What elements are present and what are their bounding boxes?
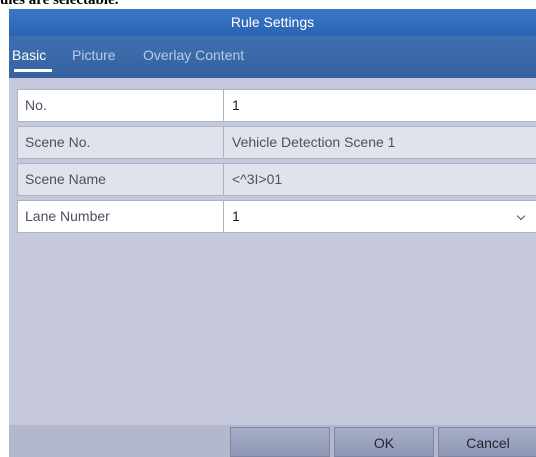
scene-name-value: <^3I>01 <box>232 171 283 187</box>
no-input[interactable]: 1 <box>224 90 536 121</box>
chevron-down-icon[interactable] <box>516 211 526 221</box>
row-no: No. 1 <box>17 89 536 122</box>
background-text: ules are selectable. <box>0 0 119 8</box>
row-label: No. <box>18 90 224 121</box>
tab-bar: Basic Picture Overlay Content <box>9 36 536 78</box>
lane-number-value: 1 <box>232 208 240 224</box>
dialog-title: Rule Settings <box>9 9 536 36</box>
row-lane-number: Lane Number 1 <box>17 200 536 233</box>
settings-table: No. 1 Scene No. Vehicle Detection Scene … <box>17 89 536 237</box>
ok-button[interactable]: OK <box>334 427 434 457</box>
scene-no-value: Vehicle Detection Scene 1 <box>232 134 396 150</box>
tab-overlay-content[interactable]: Overlay Content <box>143 47 244 63</box>
tab-basic[interactable]: Basic <box>12 47 46 63</box>
row-label: Scene Name <box>18 164 224 195</box>
active-tab-indicator <box>14 69 52 72</box>
background-text-fragment: ules are selectable. <box>0 0 536 9</box>
tab-picture[interactable]: Picture <box>72 47 116 63</box>
lane-number-select[interactable]: 1 <box>224 201 536 232</box>
row-label: Scene No. <box>18 127 224 158</box>
row-label: Lane Number <box>18 201 224 232</box>
apply-button[interactable]: Apply <box>230 427 330 457</box>
row-scene-name: Scene Name <^3I>01 <box>17 163 536 196</box>
rule-settings-dialog: Rule Settings Basic Picture Overlay Cont… <box>9 9 536 457</box>
cancel-button[interactable]: Cancel <box>438 427 536 457</box>
row-scene-no: Scene No. Vehicle Detection Scene 1 <box>17 126 536 159</box>
